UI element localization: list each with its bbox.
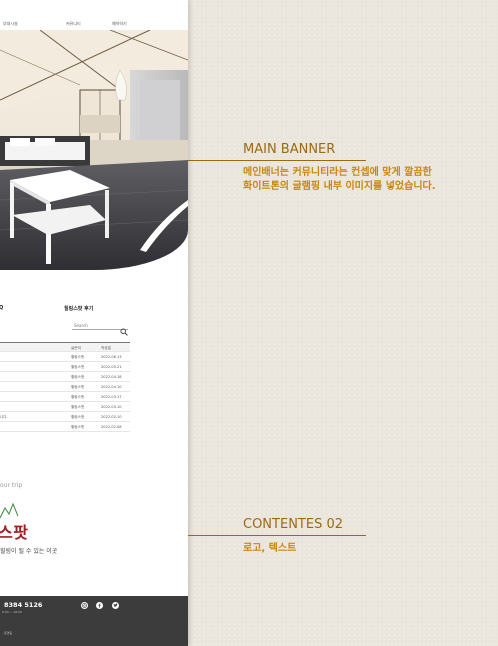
table-row[interactable]: 힐링스팟 2022.03.10 — [0, 402, 130, 412]
nav-item-facilities[interactable]: 부대시설 — [3, 21, 18, 27]
row-author: 힐링스팟 — [71, 385, 85, 389]
nav-item-reservation[interactable]: 예약하기 — [112, 21, 127, 27]
row-author: 힐링스팟 — [71, 405, 85, 409]
mountain-logo-icon — [0, 502, 19, 519]
row-author: 힐링스팟 — [71, 375, 85, 379]
row-date: 2022.04.18 — [101, 375, 122, 379]
table-header: 글쓴이 작성일 — [0, 342, 130, 352]
website-mockup: 부대시설 커뮤니티 예약하기 Q 힐링스팟 후기 Search 글쓴이 작성일 … — [0, 0, 188, 646]
table-row[interactable]: 힐링스팟 2022.06.13 — [0, 352, 130, 362]
annotation-body-main-banner: 메인배너는 커뮤니티라는 컨셉에 맞게 깔끔한 화이트톤의 글램핑 내부 이미지… — [243, 167, 436, 192]
table-row[interactable]: 힐링스팟 2022.05.21 — [0, 362, 130, 372]
row-author: 힐링스팟 — [71, 355, 85, 359]
row-date: 2022.04.10 — [101, 385, 122, 389]
row-author: 힐링스팟 — [71, 425, 85, 429]
table-row[interactable]: 힐링스팟 2022.03.17 — [0, 392, 130, 402]
table-row[interactable]: 힐링스팟 2022.04.18 — [0, 372, 130, 382]
search-icon[interactable] — [120, 321, 128, 340]
tab-qna[interactable]: Q — [0, 305, 3, 311]
facebook-icon[interactable] — [96, 602, 103, 609]
header-date: 작성일 — [101, 346, 111, 350]
table-row[interactable]: 힐링스팟 2022.04.10 — [0, 382, 130, 392]
annotation-title-contents-02: CONTENTES 02 — [243, 517, 343, 532]
main-banner-image — [0, 30, 188, 270]
row-author: 힐링스팟 — [71, 395, 85, 399]
row-date: 2022.06.13 — [101, 355, 122, 359]
footer-phone: 8384 5126 — [4, 601, 43, 609]
twitter-icon[interactable] — [112, 602, 119, 609]
row-date: 2022.02.08 — [101, 425, 122, 429]
brand-logo-text: 스팟 — [0, 523, 29, 542]
annotation-body-contents-02: 로고, 텍스트 — [243, 543, 297, 554]
site-footer: 8384 5126 0:00 ~ 18:00 · 운영팀 — [0, 596, 188, 646]
top-navigation: 부대시설 커뮤니티 예약하기 — [0, 0, 188, 30]
annotation-leader-line — [188, 535, 366, 536]
annotation-title-main-banner: MAIN BANNER — [243, 142, 336, 157]
board-table: 글쓴이 작성일 힐링스팟 2022.06.13 힐링스팟 2022.05.21 … — [0, 342, 130, 432]
brand-description: 힐링이 될 수 있는 이곳 — [0, 548, 58, 555]
footer-copyright: · 운영팀 — [2, 631, 13, 635]
table-row[interactable]: 니다. 힐링스팟 2022.02.10 — [0, 412, 130, 422]
tagline: our trip — [0, 482, 23, 489]
row-title[interactable]: 니다. — [0, 415, 8, 420]
row-date: 2022.02.10 — [101, 415, 122, 419]
nav-item-community[interactable]: 커뮤니티 — [66, 21, 81, 27]
row-author: 힐링스팟 — [71, 365, 85, 369]
search-box — [72, 322, 128, 336]
row-date: 2022.03.10 — [101, 405, 122, 409]
table-row[interactable]: 힐링스팟 2022.02.08 — [0, 422, 130, 432]
row-author: 힐링스팟 — [71, 415, 85, 419]
row-date: 2022.03.17 — [101, 395, 122, 399]
tab-reviews[interactable]: 힐링스팟 후기 — [64, 305, 93, 312]
row-date: 2022.05.21 — [101, 365, 122, 369]
header-author: 글쓴이 — [71, 346, 81, 350]
annotation-leader-line — [188, 160, 366, 161]
search-input[interactable] — [74, 322, 118, 329]
instagram-icon[interactable] — [81, 602, 88, 609]
footer-hours: 0:00 ~ 18:00 — [2, 610, 22, 614]
